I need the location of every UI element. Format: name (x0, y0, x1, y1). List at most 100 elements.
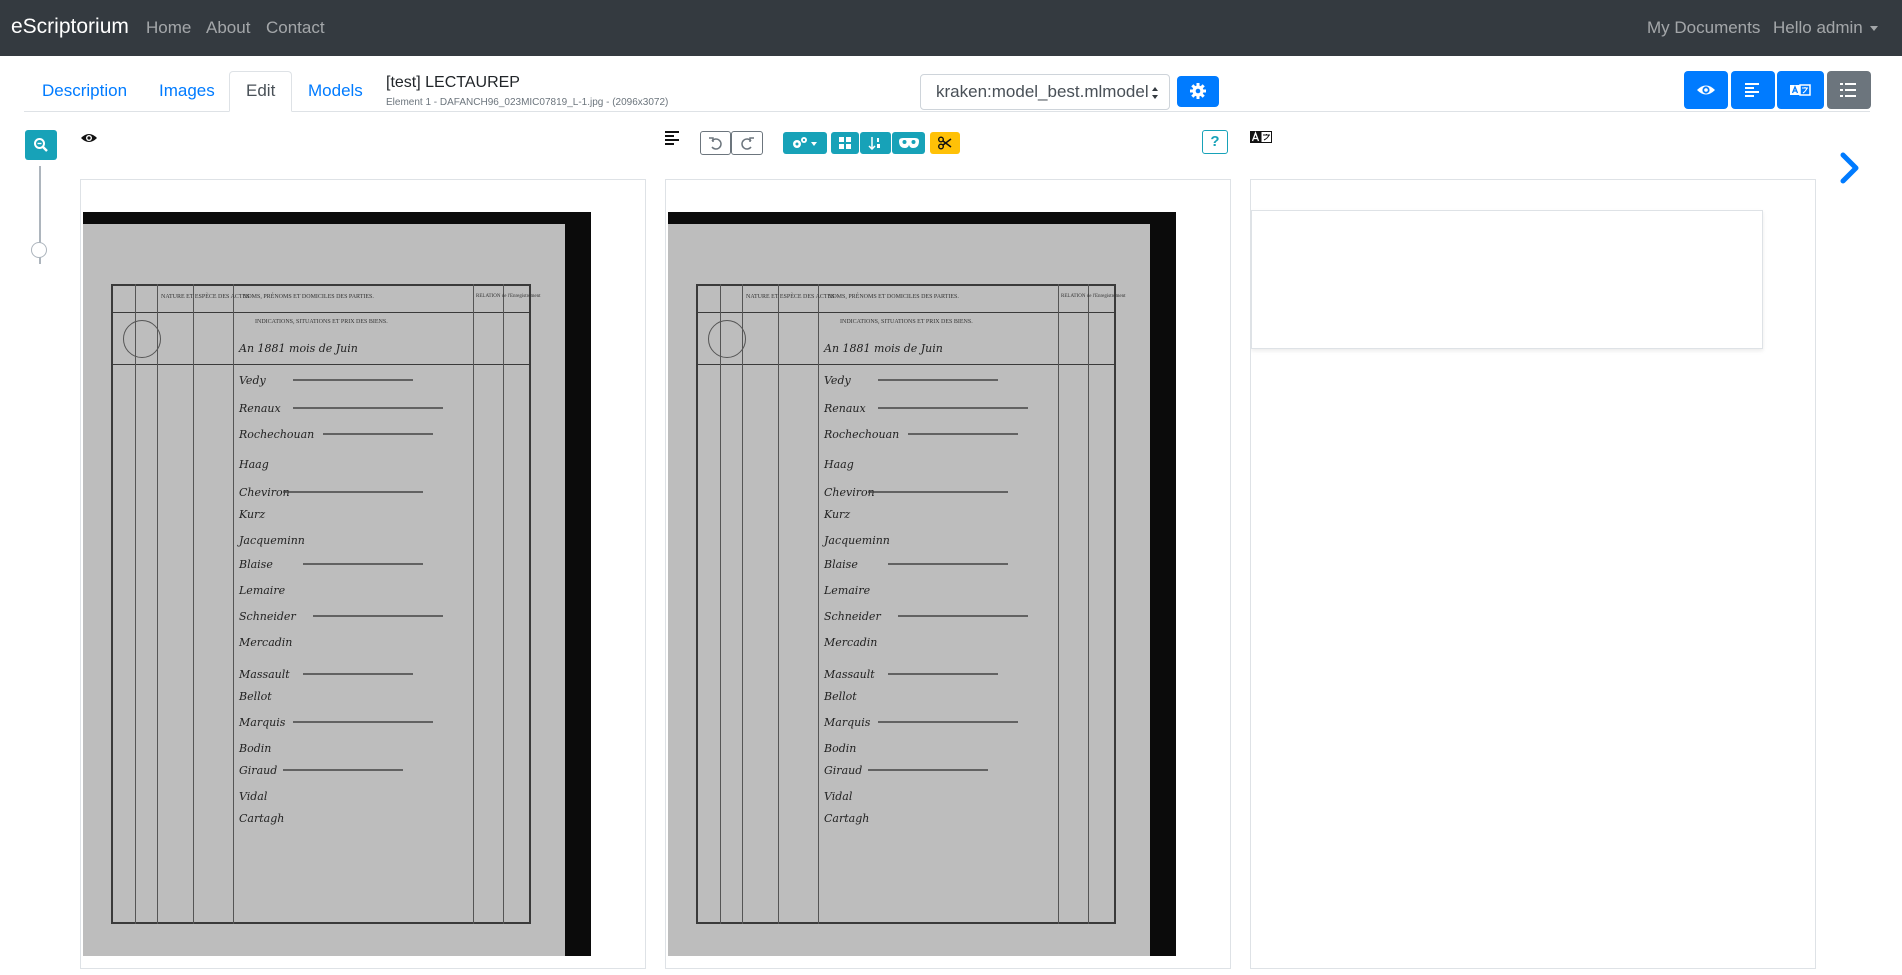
column-rule (473, 284, 474, 924)
tab-models[interactable]: Models (307, 72, 364, 110)
handwriting-stroke (293, 721, 433, 723)
undo-button[interactable] (700, 131, 731, 155)
handwriting-stroke (283, 769, 403, 771)
column-rule (742, 284, 743, 924)
handwriting-stroke (878, 379, 998, 381)
segmentation-scan-image[interactable]: NATURE ET ESPÈCE DES ACTES NOMS, PRÉNOMS… (668, 212, 1176, 956)
handwriting-stroke (283, 491, 423, 493)
entry-line: Jacqueminn (824, 534, 890, 547)
handwriting-stroke (313, 615, 443, 617)
document-title: [test] LECTAUREP (386, 74, 520, 91)
entry-line: An 1881 mois de Juin (824, 342, 943, 355)
toggle-source-panel-button[interactable] (1684, 71, 1728, 109)
scissors-icon (938, 136, 952, 150)
entry-line: Mercadin (239, 636, 293, 649)
entry-line: Blaise (824, 558, 858, 571)
model-settings-button[interactable] (1177, 76, 1219, 107)
transcription-panel (1250, 179, 1816, 969)
toggle-transcription-panel-button[interactable] (1777, 71, 1824, 109)
document-scan-image[interactable]: NATURE ET ESPÈCE DES ACTES NOMS, PRÉNOMS… (83, 212, 591, 956)
column-rule (1088, 284, 1089, 924)
entry-line: Haag (824, 458, 854, 471)
align-left-icon (665, 131, 679, 145)
nav-home[interactable]: Home (146, 18, 191, 38)
column-header: NATURE ET ESPÈCE DES ACTES (161, 294, 250, 300)
chevron-right-icon[interactable] (1838, 152, 1862, 184)
column-subheader: INDICATIONS, SITUATIONS ET PRIX DES BIEN… (255, 319, 388, 325)
tab-images[interactable]: Images (158, 72, 216, 110)
nav-contact[interactable]: Contact (266, 18, 325, 38)
tab-description[interactable]: Description (41, 72, 128, 110)
handwriting-stroke (323, 433, 433, 435)
header-rule (696, 312, 1116, 313)
model-select-value: kraken:model_best.mlmodel (936, 82, 1149, 101)
transcription-area[interactable] (1251, 210, 1763, 349)
toggle-segmentation-panel-button[interactable] (1731, 71, 1775, 109)
toggle-regions-button[interactable] (831, 132, 859, 154)
toggle-ordering-button[interactable] (860, 132, 891, 154)
entry-line: Marquis (239, 716, 286, 729)
redo-button[interactable] (731, 131, 763, 155)
column-rule (193, 284, 194, 924)
zoom-button[interactable] (25, 130, 57, 160)
handwriting-stroke (908, 433, 1018, 435)
help-button[interactable]: ? (1202, 130, 1228, 154)
segmentation-options-button[interactable] (783, 132, 827, 154)
help-label: ? (1210, 133, 1220, 150)
entry-line: Lemaire (239, 584, 286, 597)
nav-my-documents[interactable]: My Documents (1647, 18, 1760, 38)
top-navbar: eScriptorium Home About Contact My Docum… (0, 0, 1902, 56)
cut-tool-button[interactable] (930, 132, 960, 154)
tab-edit[interactable]: Edit (229, 71, 293, 112)
ledger-page: NATURE ET ESPÈCE DES ACTES NOMS, PRÉNOMS… (668, 224, 1150, 956)
select-arrows-icon (1152, 87, 1158, 99)
entry-line: Bellot (239, 690, 272, 703)
toggle-masks-button[interactable] (892, 132, 925, 154)
handwriting-stroke (888, 563, 1008, 565)
handwriting-stroke (868, 491, 1008, 493)
column-header: NATURE ET ESPÈCE DES ACTES (746, 294, 835, 300)
gear-icon (1190, 83, 1206, 99)
toggle-diplomatic-panel-button[interactable] (1827, 71, 1871, 109)
column-header: NOMS, PRÉNOMS ET DOMICILES DES PARTIES. (828, 294, 959, 300)
translate-icon (1790, 84, 1811, 96)
eye-icon (1697, 85, 1715, 95)
column-rule (818, 284, 819, 924)
entry-line: Rochechouan (239, 428, 315, 441)
column-subheader: INDICATIONS, SITUATIONS ET PRIX DES BIEN… (840, 319, 973, 325)
entry-line: Massault (824, 668, 875, 681)
entry-line: Schneider (824, 610, 881, 623)
list-icon (1840, 83, 1856, 97)
entry-line: Bodin (824, 742, 857, 755)
user-menu-label: Hello admin (1773, 18, 1863, 37)
entry-line: Giraud (824, 764, 863, 777)
ledger-page: NATURE ET ESPÈCE DES ACTES NOMS, PRÉNOMS… (83, 224, 565, 956)
entry-line: Renaux (239, 402, 281, 415)
zoom-slider-handle[interactable] (31, 242, 47, 258)
header-rule (696, 364, 1116, 365)
entry-line: Renaux (824, 402, 866, 415)
column-header: NOMS, PRÉNOMS ET DOMICILES DES PARTIES. (243, 294, 374, 300)
nav-about[interactable]: About (206, 18, 250, 38)
entry-line: Vedy (239, 374, 266, 387)
model-select[interactable]: kraken:model_best.mlmodel (920, 74, 1170, 110)
entry-line: Cartagh (239, 812, 285, 825)
entry-line: Kurz (824, 508, 851, 521)
entry-line: Vidal (239, 790, 268, 803)
eye-icon (81, 134, 97, 142)
entry-line: Giraud (239, 764, 278, 777)
mask-icon (899, 138, 919, 148)
user-menu[interactable]: Hello admin (1773, 18, 1878, 38)
entry-line: Massault (239, 668, 290, 681)
entry-line: Rochechouan (824, 428, 900, 441)
caret-down-icon (1869, 26, 1878, 32)
brand-logo[interactable]: eScriptorium (11, 15, 129, 39)
column-header: RELATION de l'Enregistrement (1061, 294, 1126, 299)
entry-line: Lemaire (824, 584, 871, 597)
entry-line: Bodin (239, 742, 272, 755)
source-panel: NATURE ET ESPÈCE DES ACTES NOMS, PRÉNOMS… (80, 179, 646, 969)
entry-line: Vedy (824, 374, 851, 387)
zoom-icon (34, 138, 48, 152)
handwriting-stroke (878, 721, 1018, 723)
handwriting-stroke (303, 563, 423, 565)
